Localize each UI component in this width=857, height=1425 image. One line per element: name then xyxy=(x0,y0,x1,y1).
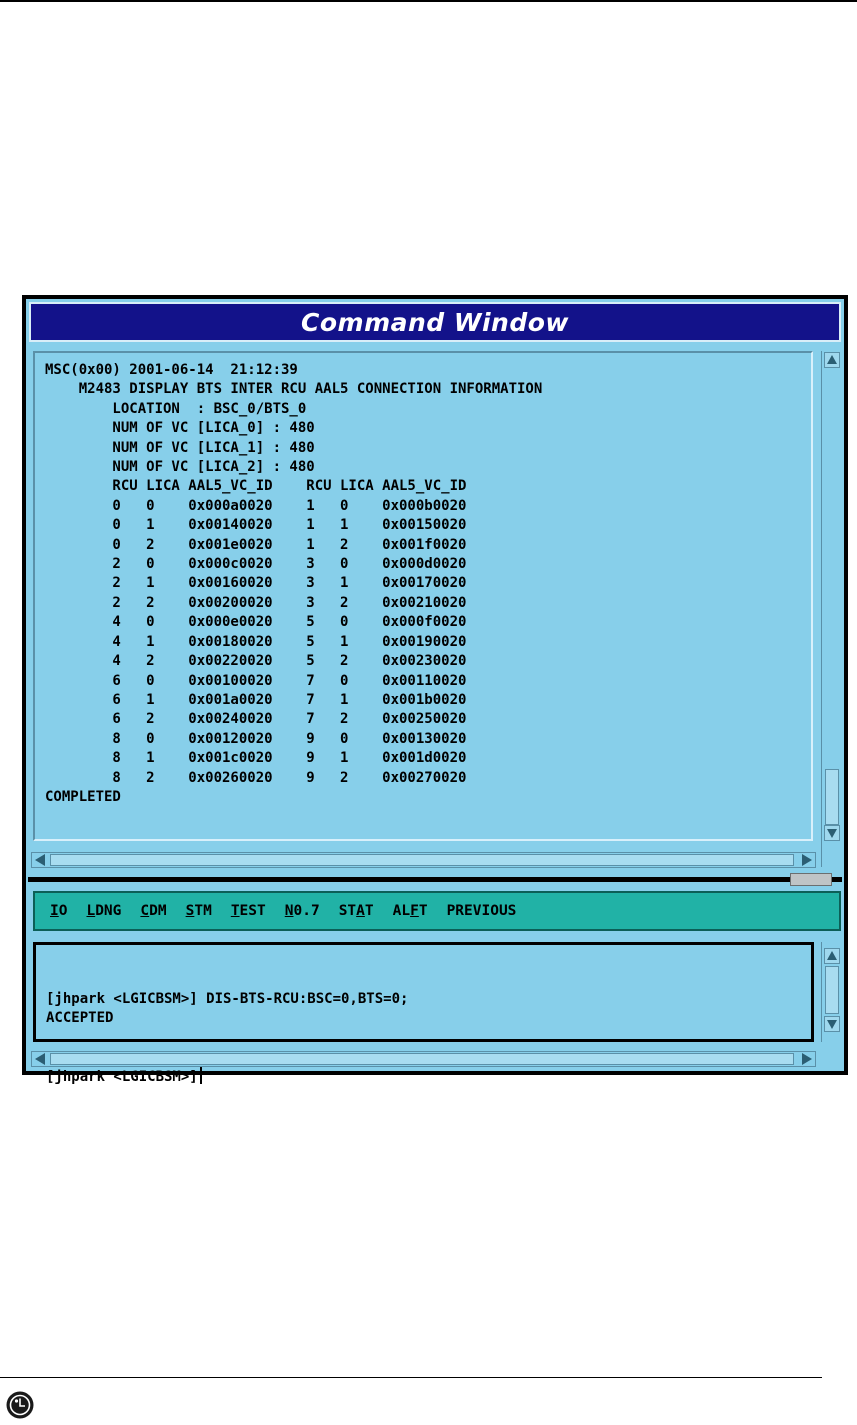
output-line: 6 1 0x001a0020 7 1 0x001b0020 xyxy=(45,691,467,708)
pane-splitter xyxy=(28,877,842,882)
text-cursor xyxy=(199,1067,202,1085)
menu-mnemonic: I xyxy=(50,903,59,919)
command-prompt: [jhpark <LGICBSM>] xyxy=(46,1069,198,1086)
menu-item-io[interactable]: IO xyxy=(50,903,67,919)
menu-item-stat[interactable]: STAT xyxy=(339,903,374,919)
scroll-thumb[interactable] xyxy=(825,769,839,825)
output-line: 4 2 0x00220020 5 2 0x00230020 xyxy=(45,653,467,670)
input-scroll-down-arrow-icon[interactable] xyxy=(824,1016,840,1032)
menu-item-previous[interactable]: PREVIOUS xyxy=(447,903,517,919)
output-line: 2 1 0x00160020 3 1 0x00170020 xyxy=(45,575,467,592)
output-line: 0 1 0x00140020 1 1 0x00150020 xyxy=(45,517,467,534)
output-line: 2 0 0x000c0020 3 0 0x000d0020 xyxy=(45,556,467,573)
command-window: Command Window MSC(0x00) 2001-06-14 21:1… xyxy=(22,295,848,1085)
output-line: 8 0 0x00120020 9 0 0x00130020 xyxy=(45,730,467,747)
scroll-right-arrow-icon[interactable] xyxy=(800,854,814,866)
output-line: NUM OF VC [LICA_0] : 480 xyxy=(45,420,315,437)
page-bottom-rule xyxy=(0,1377,822,1378)
menu-mnemonic: F xyxy=(410,903,419,919)
input-scroll-right-arrow-icon[interactable] xyxy=(800,1053,814,1065)
menu-label-part: PREVIOUS xyxy=(446,903,517,919)
output-line: 4 0 0x000e0020 5 0 0x000f0020 xyxy=(45,614,467,631)
output-line: 2 2 0x00200020 3 2 0x00210020 xyxy=(45,594,467,611)
output-line: LOCATION : BSC_0/BTS_0 xyxy=(45,400,307,417)
menu-label-part: EST xyxy=(239,903,266,919)
page-top-rule xyxy=(0,0,857,2)
scroll-down-arrow-icon[interactable] xyxy=(824,825,840,841)
menu-item-ldng[interactable]: LDNG xyxy=(86,903,121,919)
menu-mnemonic: L xyxy=(86,903,96,919)
input-vertical-scrollbar[interactable] xyxy=(821,942,842,1042)
output-line: NUM OF VC [LICA_2] : 480 xyxy=(45,459,315,476)
output-line: RCU LICA AAL5_VC_ID RCU LICA AAL5_VC_ID xyxy=(45,478,467,495)
command-input-pane[interactable]: [jhpark <LGICBSM>] DIS-BTS-RCU:BSC=0,BTS… xyxy=(33,942,814,1085)
window-body: Command Window MSC(0x00) 2001-06-14 21:1… xyxy=(26,299,844,1085)
menu-mnemonic: C xyxy=(140,903,150,919)
output-line: 0 2 0x001e0020 1 2 0x001f0020 xyxy=(45,536,467,553)
output-horizontal-scrollbar[interactable] xyxy=(31,852,816,868)
menu-item-alft[interactable]: ALFT xyxy=(393,903,428,919)
menu-label-part: ST xyxy=(338,903,357,919)
menu-label-part: AL xyxy=(392,903,411,919)
menu-label-part: O xyxy=(58,903,68,919)
menu-label-part: T xyxy=(418,903,428,919)
window-title: Command Window xyxy=(301,307,569,337)
output-line: MSC(0x00) 2001-06-14 21:12:39 xyxy=(45,362,298,378)
menu-label-part: 0.7 xyxy=(293,903,320,919)
command-input-text[interactable]: [jhpark <LGICBSM>] DIS-BTS-RCU:BSC=0,BTS… xyxy=(46,951,408,1127)
pane-resize-sash[interactable] xyxy=(790,873,832,886)
output-text: MSC(0x00) 2001-06-14 21:12:39 M2483 DISP… xyxy=(45,361,542,807)
command-menu-bar: IO LDNG CDM STM TEST N0.7 STAT ALFT PREVIOUS xyxy=(33,891,841,931)
window-titlebar[interactable]: Command Window xyxy=(29,302,841,342)
menu-mnemonic: A xyxy=(356,903,365,919)
command-history: [jhpark <LGICBSM>] DIS-BTS-RCU:BSC=0,BTS… xyxy=(46,990,408,1029)
scroll-up-arrow-icon[interactable] xyxy=(824,352,840,368)
output-line: 8 1 0x001c0020 9 1 0x001d0020 xyxy=(45,750,467,767)
output-line: 0 0 0x000a0020 1 0 0x000b0020 xyxy=(45,497,467,514)
input-horizontal-scrollbar[interactable] xyxy=(31,1051,816,1067)
input-horizontal-scroll-thumb[interactable] xyxy=(50,1053,794,1065)
menu-item-n07[interactable]: N0.7 xyxy=(285,903,320,919)
output-vertical-scrollbar[interactable] xyxy=(821,351,842,867)
menu-mnemonic: T xyxy=(230,903,240,919)
menu-item-cdm[interactable]: CDM xyxy=(140,903,166,919)
input-scroll-thumb[interactable] xyxy=(825,966,839,1014)
output-line: M2483 DISPLAY BTS INTER RCU AAL5 CONNECT… xyxy=(45,381,543,398)
menu-item-test[interactable]: TEST xyxy=(231,903,266,919)
output-pane[interactable]: MSC(0x00) 2001-06-14 21:12:39 M2483 DISP… xyxy=(33,351,813,841)
history-line: [jhpark <LGICBSM>] DIS-BTS-RCU:BSC=0,BTS… xyxy=(46,990,409,1007)
horizontal-scroll-thumb[interactable] xyxy=(50,854,794,866)
menu-label-part: TM xyxy=(194,903,212,919)
output-line: COMPLETED xyxy=(45,788,121,805)
menu-label-part: DM xyxy=(149,903,167,919)
output-line: NUM OF VC [LICA_1] : 480 xyxy=(45,439,315,456)
menu-label-part: T xyxy=(364,903,374,919)
history-line: ACCEPTED xyxy=(46,1010,114,1027)
input-scroll-left-arrow-icon[interactable] xyxy=(33,1053,47,1065)
output-line: 6 0 0x00100020 7 0 0x00110020 xyxy=(45,672,467,689)
lg-logo-icon xyxy=(6,1391,34,1419)
output-line: 4 1 0x00180020 5 1 0x00190020 xyxy=(45,633,467,650)
scroll-left-arrow-icon[interactable] xyxy=(33,854,47,866)
input-scroll-up-arrow-icon[interactable] xyxy=(824,948,840,964)
menu-item-stm[interactable]: STM xyxy=(186,903,212,919)
output-line: 6 2 0x00240020 7 2 0x00250020 xyxy=(45,711,467,728)
command-prompt-line[interactable]: [jhpark <LGICBSM>] xyxy=(46,1067,408,1087)
menu-label-part: DNG xyxy=(95,903,122,919)
output-line: 8 2 0x00260020 9 2 0x00270020 xyxy=(45,769,467,786)
